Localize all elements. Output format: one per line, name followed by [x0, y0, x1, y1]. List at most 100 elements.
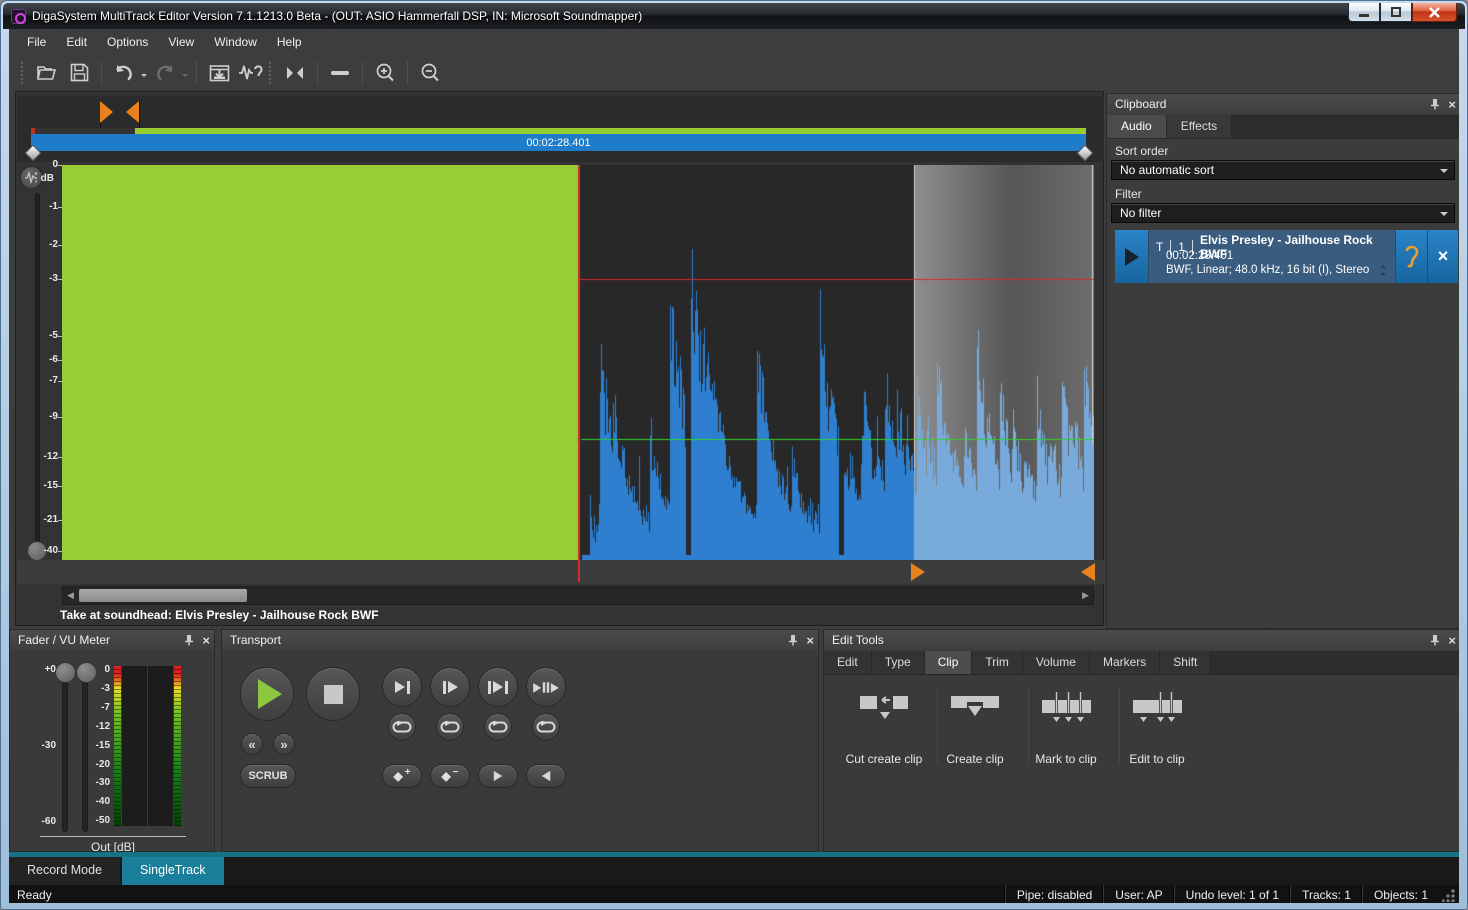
edit-tools-panel: Edit Tools × EditTypeClipTrimVolumeMarke…: [823, 629, 1459, 852]
fader-track-left[interactable]: [62, 674, 68, 832]
pin-icon[interactable]: [788, 634, 798, 646]
sort-order-dropdown[interactable]: No automatic sort: [1111, 160, 1455, 180]
fader-track-right[interactable]: [82, 674, 88, 832]
edit-out-marker[interactable]: [1081, 563, 1095, 581]
next-marker-button[interactable]: [478, 764, 518, 788]
open-file-button[interactable]: [33, 60, 61, 86]
edit-marker-strip: [17, 560, 1104, 584]
pin-icon[interactable]: [1430, 98, 1440, 110]
redo-button[interactable]: [151, 60, 179, 86]
resize-grip[interactable]: [1442, 888, 1456, 902]
edit-tools-tab-trim[interactable]: Trim: [972, 651, 1023, 674]
close-panel-icon[interactable]: ×: [1448, 98, 1456, 111]
playhead-line[interactable]: [578, 560, 580, 582]
minimize-button[interactable]: [1348, 3, 1380, 22]
waveform-canvas[interactable]: [62, 165, 1094, 560]
scroll-right-arrow[interactable]: ▶: [1078, 587, 1093, 604]
menu-help[interactable]: Help: [267, 32, 312, 52]
edit-tools-tab-shift[interactable]: Shift: [1160, 651, 1211, 674]
entry-prelisten-button[interactable]: [1395, 230, 1427, 283]
fader-knob-right[interactable]: [76, 662, 97, 683]
edit-tools-tab-edit[interactable]: Edit: [824, 651, 872, 674]
fader-knob-left[interactable]: [55, 662, 76, 683]
scrollbar-thumb[interactable]: [79, 589, 247, 602]
edit-tools-tab-clip[interactable]: Clip: [925, 651, 973, 674]
filter-dropdown[interactable]: No filter: [1111, 203, 1455, 223]
take-at-soundhead-button[interactable]: [237, 60, 265, 86]
mark-out-marker[interactable]: [126, 101, 139, 123]
toolbar-grip[interactable]: [269, 62, 273, 84]
entry-info[interactable]: T 1 Elvis Presley - Jailhouse Rock BWF 0…: [1148, 230, 1395, 283]
collapse-chevrons-icon[interactable]: ⌃⌃: [1379, 267, 1387, 281]
remove-button[interactable]: [326, 60, 354, 86]
play-from-mark-button[interactable]: [430, 667, 470, 707]
db-tick--15: -15: [18, 480, 58, 491]
import-take-button[interactable]: [205, 60, 233, 86]
close-panel-icon[interactable]: ×: [202, 634, 210, 647]
menu-edit[interactable]: Edit: [56, 32, 97, 52]
redo-dropdown-caret[interactable]: [182, 74, 188, 80]
menu-file[interactable]: File: [17, 32, 56, 52]
clipboard-tab-effects[interactable]: Effects: [1167, 115, 1232, 138]
waveform-display[interactable]: [62, 165, 1094, 560]
loop-to-mark-button[interactable]: [388, 713, 416, 741]
menu-window[interactable]: Window: [204, 32, 267, 52]
mode-tab-record-mode[interactable]: Record Mode: [9, 857, 120, 885]
horizontal-scrollbar[interactable]: ◀ ▶: [62, 586, 1094, 605]
clipboard-entry[interactable]: T 1 Elvis Presley - Jailhouse Rock BWF 0…: [1115, 230, 1458, 283]
play-around-button[interactable]: [526, 667, 566, 707]
close-panel-icon[interactable]: ×: [806, 634, 814, 647]
play-button[interactable]: [240, 667, 294, 721]
vu-scale-gradient-right: [174, 666, 181, 826]
scroll-left-arrow[interactable]: ◀: [63, 587, 78, 604]
mode-tab-singletrack[interactable]: SingleTrack: [122, 857, 224, 885]
undo-button[interactable]: [110, 60, 138, 86]
menu-options[interactable]: Options: [97, 32, 158, 52]
entry-remove-button[interactable]: ×: [1427, 230, 1458, 283]
fader-scale--30: -30: [32, 740, 56, 751]
edit-tools-tab-markers[interactable]: Markers: [1090, 651, 1160, 674]
zoom-in-button[interactable]: [371, 60, 399, 86]
edit-to-clip-button[interactable]: Edit to clip: [1113, 692, 1201, 766]
undo-dropdown-caret[interactable]: [141, 74, 147, 80]
track-overview[interactable]: 00:02:28.401: [17, 96, 1104, 162]
play-to-mark-button[interactable]: [382, 667, 422, 707]
loop-from-mark-button[interactable]: [436, 713, 464, 741]
previous-marker-button[interactable]: [526, 764, 566, 788]
cut-create-clip-button[interactable]: Cut create clip: [840, 692, 928, 766]
close-button[interactable]: [1412, 3, 1457, 22]
create-clip-button[interactable]: Create clip: [931, 692, 1019, 766]
clipboard-tab-audio[interactable]: Audio: [1107, 115, 1167, 138]
menu-bar: FileEditOptionsViewWindowHelp: [9, 29, 1459, 54]
overview-time-label: 00:02:28.401: [526, 137, 590, 149]
db-scale-column: dB 0-1-2-3-5-6-7-9-12-15-21-40: [16, 163, 62, 563]
mark-to-clip-button[interactable]: Mark to clip: [1022, 692, 1110, 766]
entry-play-button[interactable]: [1115, 230, 1148, 283]
pin-icon[interactable]: [184, 634, 194, 646]
vu-scale--12: -12: [90, 721, 110, 732]
overview-marker-zone: [17, 96, 1104, 128]
rewind-button[interactable]: «: [241, 733, 263, 755]
stop-button[interactable]: [306, 667, 360, 721]
edit-in-marker[interactable]: [911, 563, 925, 581]
db-tick--7: -7: [18, 375, 58, 386]
close-panel-icon[interactable]: ×: [1448, 634, 1456, 647]
remove-marker-button[interactable]: ◆−: [430, 764, 470, 788]
menu-view[interactable]: View: [158, 32, 204, 52]
loop-selection-button[interactable]: [484, 713, 512, 741]
skip-to-mark-button[interactable]: [281, 60, 309, 86]
edit-tools-tab-volume[interactable]: Volume: [1023, 651, 1090, 674]
forward-button[interactable]: »: [273, 733, 295, 755]
save-button[interactable]: [65, 60, 93, 86]
overview-time-bar[interactable]: 00:02:28.401: [31, 134, 1086, 151]
maximize-button[interactable]: [1380, 3, 1412, 22]
pin-icon[interactable]: [1430, 634, 1440, 646]
add-marker-button[interactable]: ◆+: [382, 764, 422, 788]
edit-tools-tab-type[interactable]: Type: [872, 651, 925, 674]
loop-around-button[interactable]: [532, 713, 560, 741]
zoom-out-button[interactable]: [416, 60, 444, 86]
mark-in-marker[interactable]: [100, 101, 113, 123]
play-selection-button[interactable]: [478, 667, 518, 707]
scrub-button[interactable]: SCRUB: [240, 764, 296, 788]
toolbar-grip[interactable]: [21, 62, 25, 84]
